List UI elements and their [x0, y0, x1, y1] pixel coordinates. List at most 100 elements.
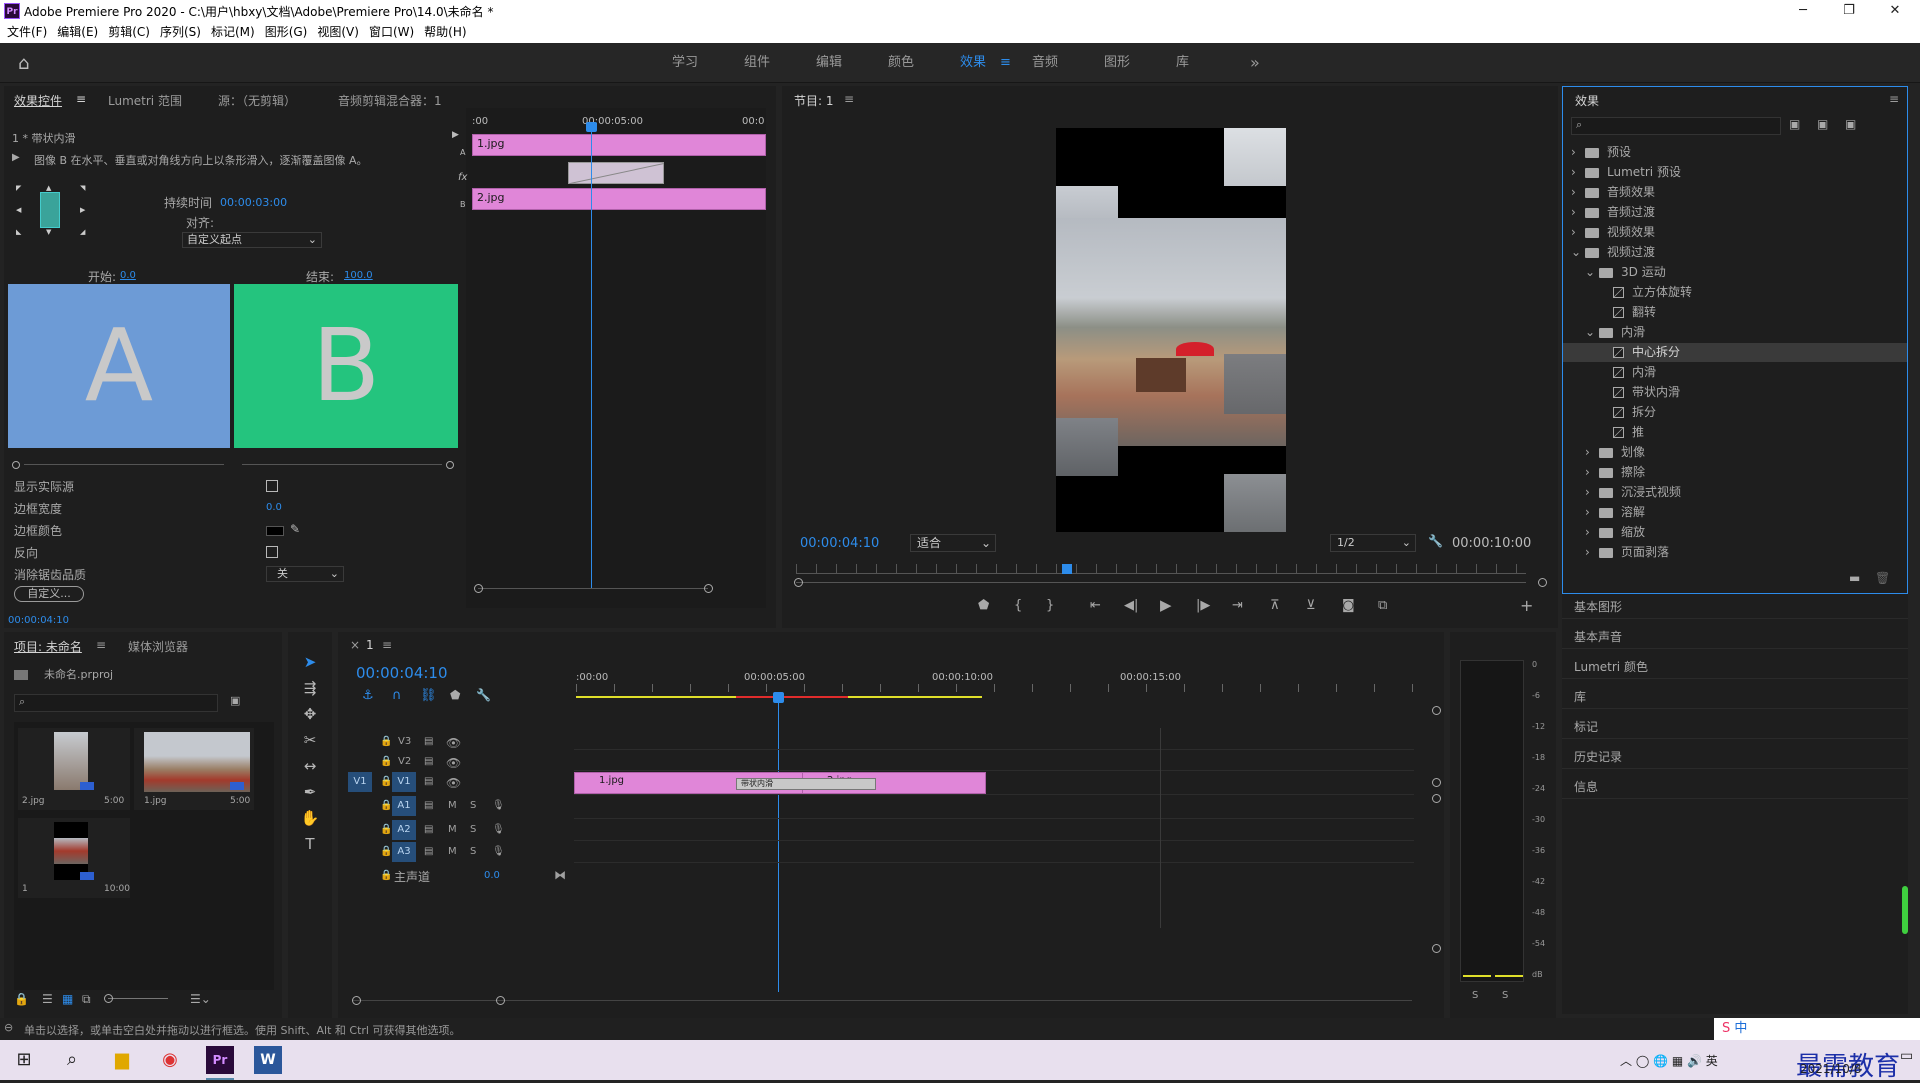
chevron-right-icon[interactable]: › — [1585, 523, 1599, 542]
type-tool-icon[interactable]: T — [300, 834, 320, 854]
end-slider-handle[interactable] — [446, 461, 454, 469]
sync-lock-icon[interactable]: ▤ — [424, 800, 433, 811]
add-marker-icon[interactable]: ⬟ — [978, 598, 989, 613]
delete-icon[interactable]: 🗑 — [1875, 571, 1890, 585]
close-sequence-icon[interactable]: × — [350, 638, 360, 652]
snap-icon[interactable]: ∩ — [392, 688, 402, 703]
ws-assembly[interactable]: 组件 — [744, 43, 770, 83]
direction-arrows[interactable]: ◤ ▲ ◥ ◀ ▶ ◣ ▼ ◢ — [12, 184, 88, 236]
lock-icon[interactable]: 🔒 — [380, 756, 392, 767]
chevron-right-icon[interactable]: › — [1585, 543, 1599, 562]
windows-start-icon[interactable]: ⊞ — [10, 1046, 38, 1074]
ws-graphics[interactable]: 图形 — [1104, 43, 1130, 83]
file-explorer-icon[interactable]: ▆ — [108, 1046, 136, 1074]
effects-tree-item[interactable]: 翻转 — [1563, 303, 1907, 322]
menu-sequence[interactable]: 序列(S) — [160, 22, 201, 43]
notification-icon[interactable]: ▭ — [1900, 1048, 1913, 1064]
chevron-down-icon[interactable]: ⌄ — [1585, 263, 1599, 282]
timeline-zoom-left[interactable] — [352, 996, 361, 1005]
chevron-right-icon[interactable]: › — [1571, 203, 1585, 222]
chevron-right-icon[interactable]: › — [1571, 223, 1585, 242]
ws-learn[interactable]: 学习 — [672, 43, 698, 83]
icon-view-icon[interactable]: ▦ — [62, 992, 73, 1006]
chevron-right-icon[interactable]: › — [1585, 483, 1599, 502]
eye-icon[interactable]: 👁 — [446, 736, 461, 750]
ec-mini-timeline[interactable]: :00 00:00:05:00 00:0 A fx B 1.jpg 2.jpg — [458, 108, 766, 608]
list-view-icon[interactable]: ☰ — [42, 992, 53, 1006]
align-dropdown[interactable]: 自定义起点 ⌄ — [182, 232, 322, 248]
mute-button[interactable]: M — [448, 846, 457, 857]
tab-effect-controls[interactable]: 效果控件 — [14, 92, 62, 109]
search-icon[interactable]: ⌕ — [58, 1046, 86, 1074]
program-scroll-track[interactable] — [796, 582, 1526, 583]
ws-effects[interactable]: 效果 — [960, 43, 986, 83]
custom-button[interactable]: 自定义... — [14, 586, 84, 602]
wrench-icon[interactable]: 🔧 — [1428, 534, 1443, 548]
ws-color[interactable]: 颜色 — [888, 43, 914, 83]
timeline-ruler[interactable]: :00:00 00:00:05:00 00:00:10:00 00:00:15:… — [576, 672, 1414, 704]
border-width-value[interactable]: 0.0 — [266, 502, 282, 513]
project-search-input[interactable]: ⌕ — [14, 694, 218, 712]
premiere-taskbar-icon[interactable]: Pr — [206, 1046, 234, 1074]
word-icon[interactable]: W — [254, 1046, 282, 1074]
track-v2[interactable]: V2 — [398, 756, 411, 767]
effects-tree-item[interactable]: › 音频过渡 — [1563, 203, 1907, 222]
sync-lock-icon[interactable]: ▤ — [424, 756, 433, 767]
chrome-icon[interactable]: ◉ — [156, 1046, 184, 1074]
effects-tree-item[interactable]: 带状内滑 — [1563, 383, 1907, 402]
solo-button[interactable]: S — [470, 824, 476, 835]
panel-essential-sound[interactable]: 基本声音 — [1574, 628, 1622, 645]
effects-tree-item[interactable]: 中心拆分 — [1563, 343, 1907, 362]
chevron-right-icon[interactable]: › — [1585, 463, 1599, 482]
lock-icon[interactable]: 🔒 — [380, 824, 392, 835]
solo-right-button[interactable]: S — [1502, 990, 1508, 1001]
tab-lumetri-scopes[interactable]: Lumetri 范围 — [108, 92, 182, 109]
solo-button[interactable]: S — [470, 846, 476, 857]
menu-markers[interactable]: 标记(M) — [211, 22, 255, 43]
antialias-dropdown[interactable]: 关 ⌄ — [266, 566, 344, 582]
program-timecode[interactable]: 00:00:04:10 — [800, 536, 879, 551]
selection-tool-icon[interactable]: ➤ — [300, 652, 320, 672]
new-bin-icon[interactable]: ▣ — [230, 694, 240, 707]
effects-tree-item[interactable]: 立方体旋转 — [1563, 283, 1907, 302]
maximize-icon[interactable]: ❐ — [1826, 0, 1872, 22]
end-value[interactable]: 100.0 — [344, 270, 373, 281]
yuv-effects-icon[interactable]: ▣ — [1845, 117, 1856, 131]
tab-audio-clip-mixer[interactable]: 音频剪辑混合器：1 — [338, 92, 442, 109]
track-a3[interactable]: A3 — [392, 842, 416, 862]
sort-icon[interactable]: ☰⌄ — [190, 992, 211, 1006]
tray-icons[interactable]: ︿ ◯ 🌐 ▦ 🔊 英 — [1620, 1052, 1718, 1069]
step-back-icon[interactable]: ◀| — [1124, 598, 1138, 613]
menu-window[interactable]: 窗口(W) — [369, 22, 414, 43]
media-item[interactable]: 1.jpg 5:00 — [134, 728, 254, 810]
start-slider-track[interactable] — [24, 464, 224, 465]
eye-icon[interactable]: 👁 — [446, 776, 461, 790]
effects-tree-item[interactable]: 拆分 — [1563, 403, 1907, 422]
menu-clip[interactable]: 剪辑(C) — [108, 22, 150, 43]
timeline-menu-icon[interactable]: ≡ — [382, 638, 392, 652]
a-zoom-handle[interactable] — [1432, 794, 1441, 803]
border-color-swatch[interactable] — [266, 526, 284, 536]
v-zoom-handle-top[interactable] — [1432, 706, 1441, 715]
effects-tree-item[interactable]: › 缩放 — [1563, 523, 1907, 542]
zoom-slider-handle[interactable] — [104, 994, 113, 1003]
extract-icon[interactable]: ⊻ — [1306, 598, 1316, 613]
panel-lumetri-color[interactable]: Lumetri 颜色 — [1574, 658, 1648, 675]
mark-in-icon[interactable]: { — [1014, 598, 1022, 613]
effects-menu-icon[interactable]: ≡ — [1889, 92, 1899, 106]
eye-icon[interactable]: 👁 — [446, 756, 461, 770]
lock-icon[interactable]: 🔒 — [380, 870, 392, 881]
menu-edit[interactable]: 编辑(E) — [57, 22, 98, 43]
fit-dropdown[interactable]: 适合 ⌄ — [910, 534, 996, 552]
program-ruler[interactable] — [796, 564, 1526, 574]
zoom-slider[interactable] — [108, 998, 168, 999]
play-preview-icon[interactable]: ▶ — [12, 152, 20, 163]
chevron-down-icon[interactable]: ⌄ — [1571, 243, 1585, 262]
chevron-right-icon[interactable]: › — [1571, 163, 1585, 182]
accelerated-effects-icon[interactable]: ▣ — [1789, 117, 1800, 131]
menu-view[interactable]: 视图(V) — [317, 22, 359, 43]
add-marker-icon[interactable]: ⬟ — [450, 688, 460, 702]
mark-out-icon[interactable]: } — [1046, 598, 1054, 613]
end-slider-track[interactable] — [242, 464, 442, 465]
chevron-right-icon[interactable]: › — [1571, 183, 1585, 202]
